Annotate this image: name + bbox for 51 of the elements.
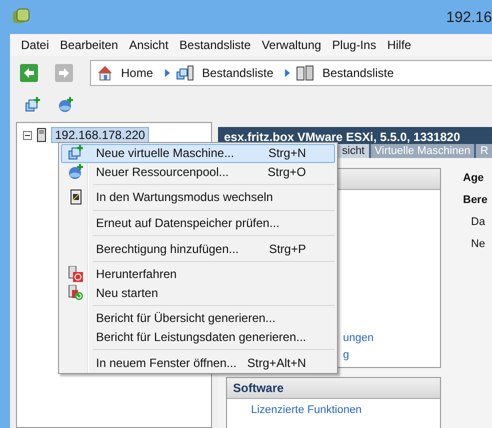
section-heading: Bere bbox=[463, 194, 488, 206]
restart-icon bbox=[68, 284, 84, 301]
context-menu-item[interactable]: Herunterfahren bbox=[61, 264, 335, 284]
window-title: 192.16 bbox=[446, 8, 492, 26]
home-icon bbox=[97, 65, 113, 81]
breadcrumb-link[interactable]: Bestandsliste bbox=[322, 66, 394, 80]
back-button[interactable] bbox=[20, 64, 38, 82]
left-arrow-icon bbox=[24, 68, 34, 78]
right-arrow-icon bbox=[59, 68, 69, 78]
context-menu-item[interactable]: In neuem Fenster öffnen... Strg+Alt+N bbox=[61, 353, 335, 372]
menu-item[interactable]: Bearbeiten bbox=[60, 38, 118, 52]
collapse-icon[interactable] bbox=[23, 130, 32, 140]
menu-item[interactable]: Datei bbox=[21, 38, 50, 52]
menu-item[interactable]: Hilfe bbox=[387, 38, 412, 52]
new-vm-icon bbox=[68, 145, 84, 162]
host-header: esx.fritz.box VMware ESXi, 5.5.0, 1331820 bbox=[218, 127, 492, 144]
menu-item[interactable]: Ansicht bbox=[129, 38, 168, 52]
hosts-icon bbox=[296, 65, 314, 81]
chevron-icon bbox=[165, 69, 170, 77]
inventory-icon bbox=[176, 65, 194, 81]
link[interactable]: Lizenzierte Funktionen bbox=[251, 404, 362, 416]
menu-item[interactable]: Plug-Ins bbox=[332, 38, 376, 52]
link[interactable]: ungen bbox=[343, 332, 374, 344]
context-menu-item[interactable]: Neuer Ressourcenpool... Strg+O bbox=[61, 162, 335, 182]
server-icon bbox=[70, 189, 82, 206]
context-menu-item[interactable]: Erneut auf Datenspeicher prüfen... bbox=[61, 214, 335, 232]
globe-icon[interactable] bbox=[58, 97, 74, 113]
context-menu-item[interactable]: Berechtigung hinzufügen... Strg+P bbox=[61, 239, 335, 258]
link[interactable]: g bbox=[343, 349, 350, 361]
forward-button[interactable] bbox=[55, 64, 73, 82]
globe-icon bbox=[68, 164, 84, 180]
breadcrumb-link[interactable]: Bestandsliste bbox=[202, 66, 274, 80]
context-menu-item[interactable]: Neue virtuelle Maschine... Strg+N bbox=[61, 144, 335, 163]
menu-item[interactable]: Bestandsliste bbox=[179, 38, 251, 52]
tab[interactable]: sicht bbox=[338, 144, 369, 158]
section-heading: Age bbox=[463, 172, 485, 184]
context-menu-item[interactable]: In den Wartungsmodus wechseln bbox=[61, 188, 335, 207]
panel-header: Software bbox=[227, 378, 440, 399]
context-menu-item[interactable]: Neu starten bbox=[61, 284, 335, 302]
context-menu-item[interactable]: Bericht für Leistungsdaten generieren... bbox=[61, 328, 335, 346]
app-icon bbox=[12, 8, 30, 26]
new-vm-icon[interactable] bbox=[25, 97, 41, 113]
context-menu-item[interactable]: Bericht für Übersicht generieren... bbox=[61, 309, 335, 328]
info-label: Da bbox=[470, 216, 486, 228]
info-label: Ne bbox=[470, 238, 486, 250]
chevron-icon bbox=[285, 69, 290, 77]
server-icon bbox=[37, 128, 46, 142]
tree-item[interactable]: 192.168.178.220 bbox=[51, 127, 150, 143]
power-icon bbox=[68, 266, 84, 282]
menu-item[interactable]: Verwaltung bbox=[262, 38, 322, 52]
breadcrumb-link[interactable]: Home bbox=[121, 66, 154, 80]
